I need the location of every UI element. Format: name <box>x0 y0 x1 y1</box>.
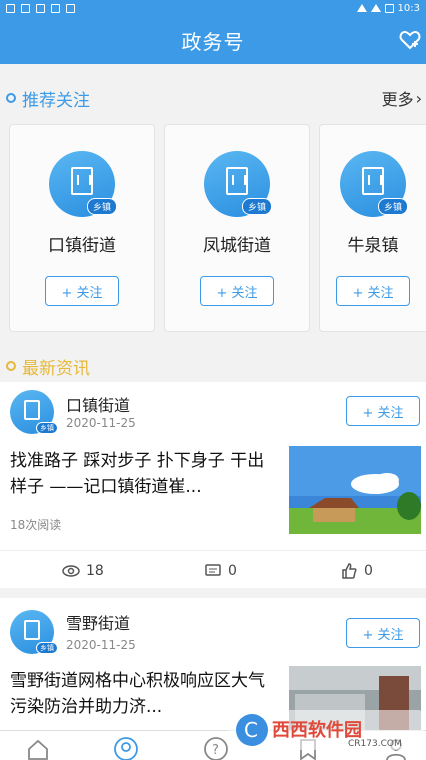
notification-icon <box>6 3 15 13</box>
news-thumbnail[interactable] <box>289 446 421 534</box>
org-name: 牛泉镇 <box>347 236 399 256</box>
follow-button[interactable]: + 关注 <box>346 396 420 426</box>
status-bar: 10:3 <box>0 0 426 16</box>
org-logo-icon: 乡镇 <box>10 390 58 434</box>
page-title: 政务号 <box>181 29 245 54</box>
follow-button[interactable]: + 关注 <box>336 276 410 306</box>
views-stat: 18 <box>62 562 104 580</box>
org-logo-icon: 乡镇 <box>10 610 58 654</box>
views-count: 18 <box>86 562 104 579</box>
help-icon[interactable]: ? <box>204 737 228 760</box>
recommend-card[interactable]: 乡镇 口镇街道 + 关注 <box>9 124 155 332</box>
image-icon <box>51 3 60 13</box>
news-headline[interactable]: 找准路子 踩对步子 扑下身子 干出样子 ——记口镇街道崔... <box>10 448 278 500</box>
recommend-card[interactable]: 乡镇 牛泉镇 + 关注 <box>319 124 426 332</box>
more-link[interactable]: 更多 › <box>382 86 422 110</box>
org-tag: 乡镇 <box>86 198 117 215</box>
thumbs-up-icon <box>342 562 357 579</box>
eye-icon <box>62 564 80 577</box>
watermark-logo: C 西西软件园 CR173.COM <box>228 710 424 750</box>
comments-count: 0 <box>228 562 237 579</box>
app-bar: 政务号 <box>0 16 426 64</box>
org-logo-icon: 乡镇 <box>49 151 117 217</box>
org-name: 口镇街道 <box>48 236 116 256</box>
news-source: 雪野街道 <box>66 614 131 633</box>
likes-count: 0 <box>364 562 373 579</box>
follow-button[interactable]: + 关注 <box>200 276 274 306</box>
recommend-header: 推荐关注 更多 › <box>0 84 426 112</box>
comment-icon <box>205 563 221 576</box>
signal-icon <box>370 4 381 12</box>
news-stats: 18 0 0 <box>0 550 426 590</box>
wifi-icon <box>356 4 367 12</box>
org-logo-icon: 乡镇 <box>340 151 408 217</box>
battery-icon <box>384 3 394 13</box>
favorite-heart-icon[interactable] <box>398 28 422 52</box>
gov-account-icon[interactable] <box>114 737 138 760</box>
chevron-right-icon: › <box>415 88 422 108</box>
org-tag: 乡镇 <box>36 642 58 654</box>
follow-button[interactable]: + 关注 <box>45 276 119 306</box>
latest-header: 最新资讯 <box>0 352 426 380</box>
org-logo-icon: 乡镇 <box>204 151 272 217</box>
news-item[interactable]: 乡镇 口镇街道 2020-11-25 + 关注 找准路子 踩对步子 扑下身子 干… <box>0 382 426 588</box>
more-label: 更多 <box>381 90 414 109</box>
org-tag: 乡镇 <box>241 198 272 215</box>
news-source: 口镇街道 <box>66 396 131 415</box>
image-icon <box>36 3 45 13</box>
likes-stat[interactable]: 0 <box>340 562 373 580</box>
comments-stat[interactable]: 0 <box>204 562 237 580</box>
section-dot-icon <box>6 93 16 103</box>
org-tag: 乡镇 <box>377 198 408 215</box>
org-tag: 乡镇 <box>36 422 58 434</box>
svg-text:西西软件园: 西西软件园 <box>272 719 362 741</box>
recommend-card[interactable]: 乡镇 凤城街道 + 关注 <box>164 124 310 332</box>
download-icon <box>21 3 30 13</box>
svg-text:?: ? <box>212 743 219 758</box>
app-icon <box>66 3 75 13</box>
news-date: 2020-11-25 <box>66 416 136 430</box>
recommend-label: 推荐关注 <box>22 90 90 111</box>
latest-label: 最新资讯 <box>22 358 90 379</box>
read-count: 18次阅读 <box>10 518 62 532</box>
follow-button[interactable]: + 关注 <box>346 618 420 648</box>
svg-text:CR173.COM: CR173.COM <box>348 739 402 749</box>
svg-text:C: C <box>244 718 258 742</box>
home-icon[interactable] <box>26 737 50 760</box>
clock: 10:3 <box>397 2 420 14</box>
section-dot-icon <box>6 361 16 371</box>
org-name: 凤城街道 <box>203 236 271 256</box>
news-date: 2020-11-25 <box>66 638 136 652</box>
